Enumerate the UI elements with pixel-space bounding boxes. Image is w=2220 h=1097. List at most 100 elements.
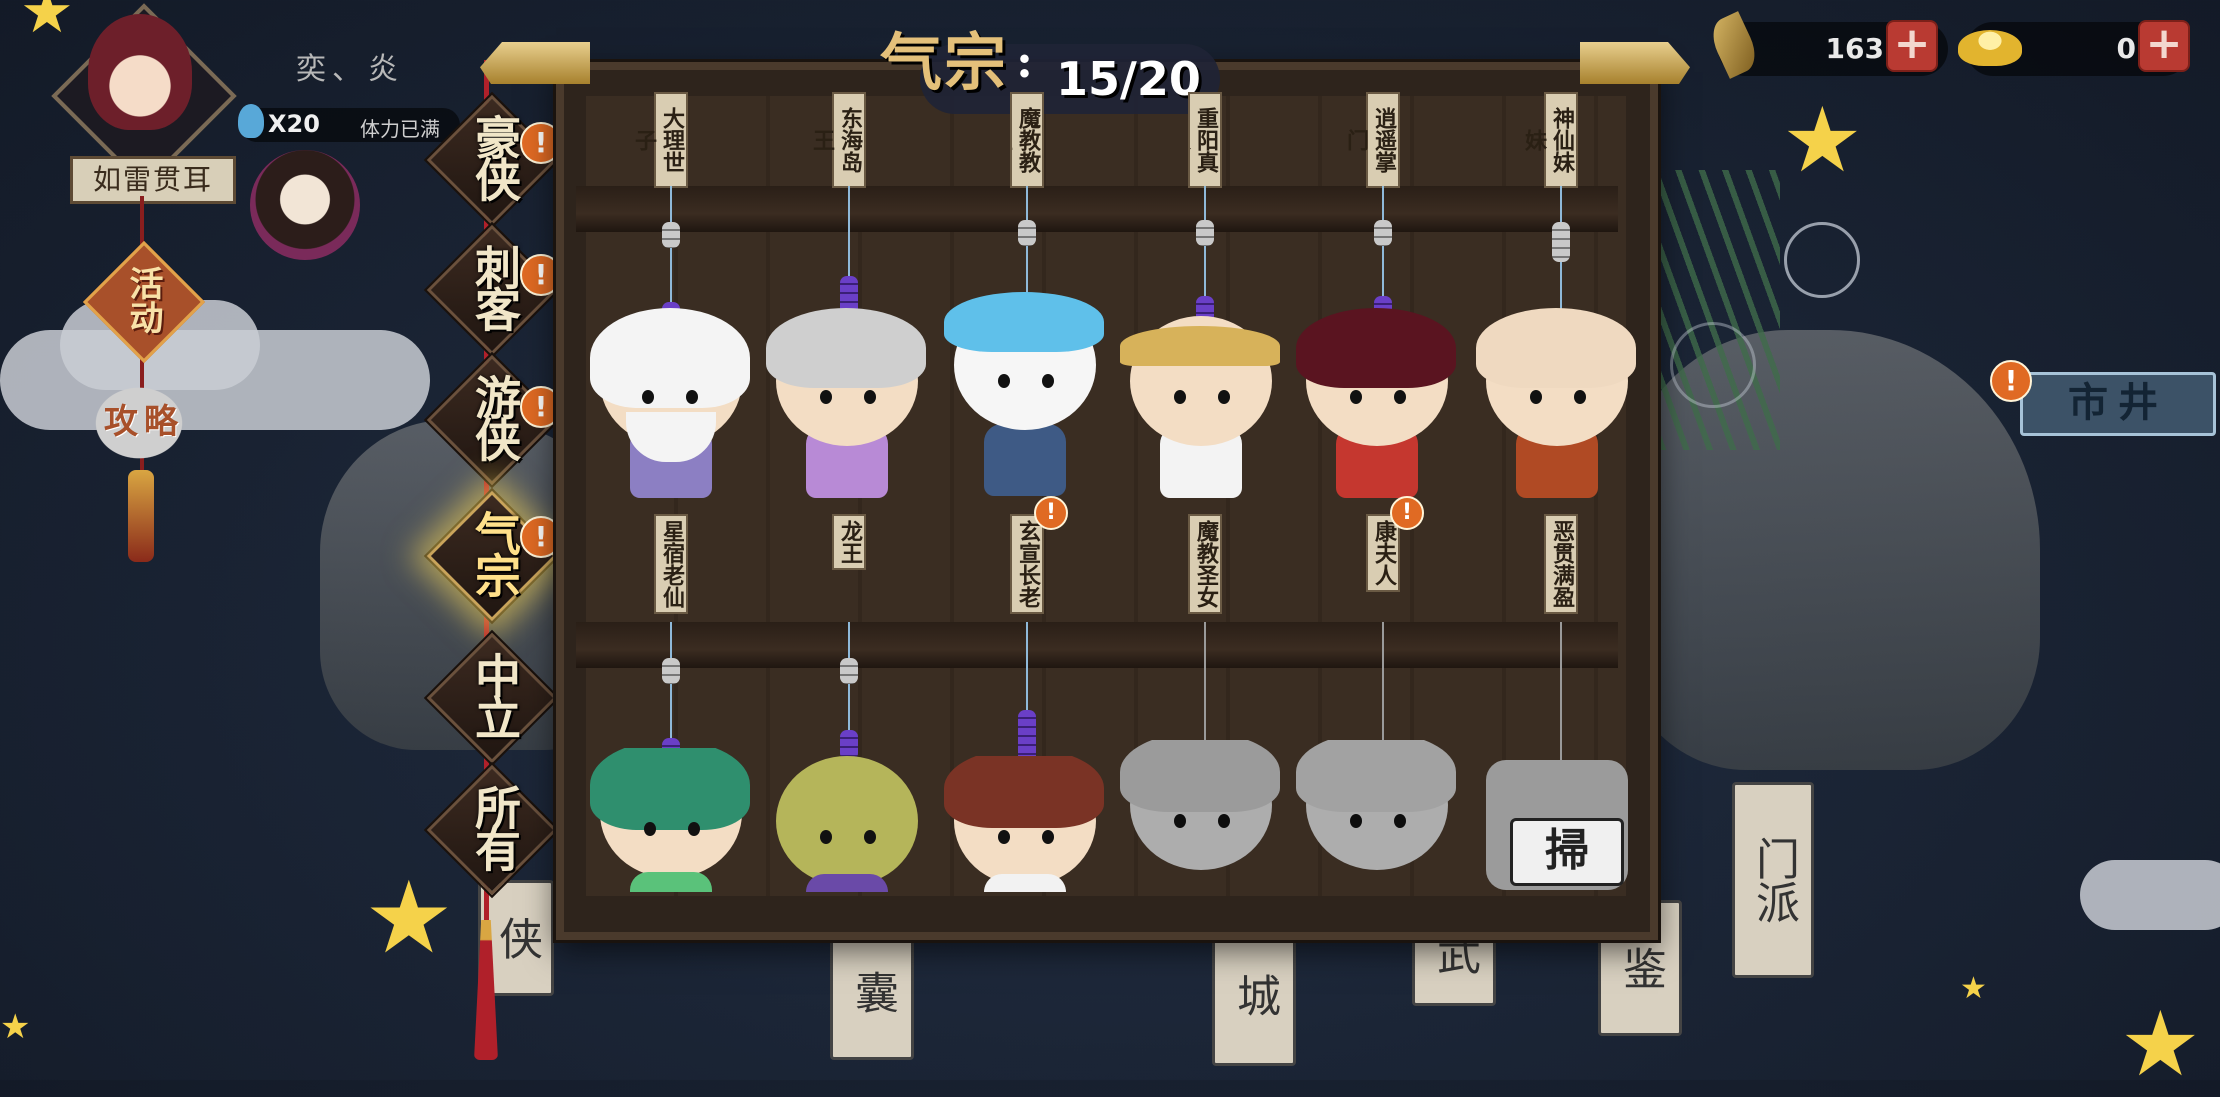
character-eye: [998, 374, 1010, 388]
cabinet-corner-right: [1580, 42, 1690, 84]
character-row3-4-locked[interactable]: [1120, 740, 1280, 892]
star-decoration: ★: [0, 1007, 31, 1047]
character-hair: [590, 748, 750, 830]
character-tag: 玄宣长老: [1010, 514, 1044, 614]
bead-charm: [1374, 220, 1392, 246]
character-eye: [1574, 390, 1586, 404]
character-tag: 逍遥掌门: [1343, 92, 1400, 188]
bubble-decoration: [1670, 322, 1756, 408]
bead-charm: [840, 658, 858, 684]
character-eye: [1042, 830, 1054, 844]
character-eye: [1042, 374, 1054, 388]
character-eye: [820, 390, 832, 404]
character-eye: [1394, 390, 1406, 404]
character-eye: [998, 830, 1010, 844]
character-hair: [1296, 740, 1456, 812]
bead-charm: [1018, 710, 1036, 762]
character-eye: [1174, 390, 1186, 404]
tassel-decoration: [128, 470, 154, 562]
stamina-count: X20: [268, 110, 320, 138]
character-eye: [1530, 390, 1542, 404]
gold-ingot-icon: [1958, 30, 2022, 66]
character-tag: 大理世子: [631, 92, 688, 188]
character-eye: [1350, 814, 1362, 828]
cabinet-corner-left: [480, 42, 590, 84]
bamboo-decoration: [1660, 170, 1780, 450]
character-alert-icon: !: [1034, 496, 1068, 530]
bead-charm: [662, 658, 680, 684]
character-chongyang-zhenren[interactable]: [1120, 316, 1280, 506]
character-tag: 东海岛王: [809, 92, 866, 188]
gold-plus-button[interactable]: +: [2138, 20, 2190, 72]
character-eye: [644, 822, 656, 836]
character-tag: 重阳真人: [1188, 92, 1222, 188]
title-separator: :: [1016, 34, 1033, 88]
tab-suoyou[interactable]: 所有: [426, 764, 558, 896]
character-shenxian-meimei[interactable]: [1476, 308, 1636, 506]
character-eye: [1350, 390, 1362, 404]
leaf-plus-button[interactable]: +: [1886, 20, 1938, 72]
character-hair: [944, 292, 1104, 352]
character-row3-2[interactable]: [766, 756, 926, 892]
character-tag: 星宿老仙: [654, 514, 688, 614]
sect-plaque[interactable]: 门派: [1732, 782, 1814, 978]
marketplace-button[interactable]: 市井: [2020, 372, 2216, 436]
tab-label: 所有: [468, 784, 522, 868]
character-row3-5-locked[interactable]: [1296, 740, 1456, 892]
pet-icon[interactable]: [250, 150, 360, 260]
character-tag: 神仙妹妹: [1521, 92, 1578, 188]
character-tag: 恶贯满盈: [1544, 514, 1578, 614]
character-row3-1[interactable]: [590, 748, 750, 892]
marketplace-alert-icon: !: [1990, 360, 2032, 402]
character-tag: 龙王: [832, 514, 866, 570]
character-eye: [864, 830, 876, 844]
character-hair: [1120, 740, 1280, 812]
hanging-string: [670, 186, 672, 316]
title-plaque[interactable]: 如雷贯耳: [70, 156, 236, 204]
leaf-count: 163: [1825, 32, 1884, 65]
character-eye: [1394, 814, 1406, 828]
avatar[interactable]: [88, 14, 192, 130]
character-hair: [590, 308, 750, 408]
character-eye: [820, 830, 832, 844]
character-hair: [766, 308, 926, 388]
character-eye: [1218, 390, 1230, 404]
character-tag: 魔教圣女: [1188, 514, 1222, 614]
tab-zhongli[interactable]: 中立: [426, 632, 558, 764]
star-decoration: ★: [1960, 971, 1987, 1006]
character-hair: [1120, 326, 1280, 366]
bead-charm: [1552, 222, 1570, 262]
character-eye: [1218, 814, 1230, 828]
character-xiaoyao-zhangmen[interactable]: [1296, 308, 1456, 506]
hanging-string: [670, 622, 672, 752]
sweep-locked-badge[interactable]: 掃: [1510, 818, 1624, 886]
cabinet-shelf: [576, 622, 1618, 668]
hanging-string: [1560, 622, 1562, 772]
character-eye: [642, 390, 654, 404]
character-head: [776, 756, 918, 886]
collection-progress: 15/20: [1056, 52, 1201, 106]
character-eye: [688, 822, 700, 836]
star-decoration: ★: [20, 0, 74, 47]
character-mojiao-jiaozhu[interactable]: [944, 292, 1104, 496]
event-label: 活动: [123, 266, 163, 334]
player-name: 奕、炎: [296, 52, 404, 87]
character-dali-shizi[interactable]: [590, 308, 750, 506]
star-decoration: ★: [2120, 992, 2201, 1097]
character-donghai-daowang[interactable]: [766, 308, 926, 506]
gold-count: 0: [2116, 32, 2136, 65]
character-body: [984, 424, 1066, 496]
potion-icon: [238, 104, 264, 138]
character-body: [806, 874, 888, 892]
character-body: [630, 872, 712, 892]
guide-label: 攻略: [104, 402, 184, 442]
bead-charm: [1018, 220, 1036, 246]
cabinet-shelf: [576, 186, 1618, 232]
character-body: [984, 874, 1066, 892]
bead-charm: [662, 222, 680, 248]
character-row3-3[interactable]: [944, 756, 1104, 892]
category-title: 气宗: [880, 26, 1009, 99]
star-decoration: ★: [1782, 88, 1863, 193]
bg-cloud-right: [2080, 860, 2220, 930]
character-alert-icon: !: [1390, 496, 1424, 530]
